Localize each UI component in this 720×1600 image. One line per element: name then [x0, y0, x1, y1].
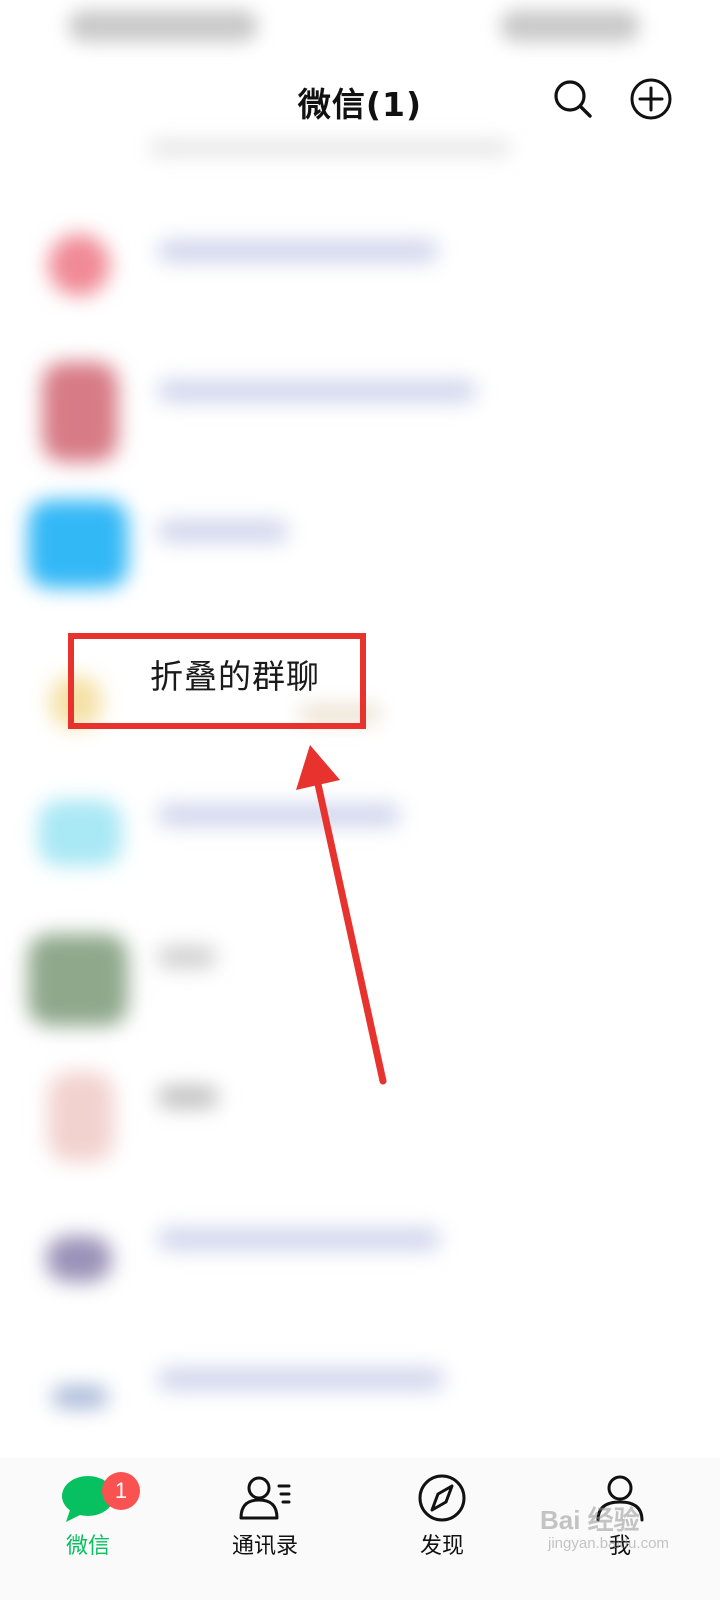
list-item-avatar[interactable]: [38, 800, 122, 866]
tab-contacts[interactable]: 通讯录: [195, 1472, 335, 1582]
tab-chats-label: 微信: [65, 1534, 110, 1559]
list-item-avatar[interactable]: [42, 362, 118, 462]
watermark: Bai 经验: [540, 1505, 640, 1535]
list-item-avatar[interactable]: [46, 1236, 112, 1282]
tab-discover-label: 发现: [419, 1534, 464, 1559]
list-item[interactable]: [158, 1086, 218, 1108]
list-item[interactable]: [158, 804, 400, 826]
status-bar-right: [500, 10, 640, 42]
plus-circle-icon: [630, 78, 672, 120]
list-item[interactable]: [158, 1368, 444, 1390]
compass-icon: [418, 1474, 466, 1522]
status-bar-left: [68, 10, 258, 42]
tab-contacts-label: 通讯录: [231, 1534, 298, 1559]
add-button[interactable]: [628, 76, 674, 122]
list-item-avatar[interactable]: [48, 234, 110, 296]
list-item[interactable]: [158, 240, 438, 262]
search-button[interactable]: [550, 76, 596, 122]
search-icon: [554, 80, 592, 118]
list-item-avatar[interactable]: [52, 1386, 108, 1408]
list-item[interactable]: [158, 520, 288, 542]
header: 微信(1): [0, 62, 720, 138]
list-header-hint: [150, 142, 510, 156]
tab-chats[interactable]: 微信 1: [18, 1472, 158, 1582]
list-item-avatar[interactable]: [48, 1072, 114, 1162]
list-item[interactable]: [158, 380, 476, 402]
wechat-chat-list-screen: 微信(1) 折叠的群聊 微信 1 通讯录 发现 我 Bai 经验 jingyan…: [0, 0, 720, 1600]
tab-discover[interactable]: 发现: [372, 1472, 512, 1582]
list-item-avatar[interactable]: [28, 934, 128, 1026]
watermark-sub: jingyan.baidu.com: [548, 1535, 669, 1552]
contacts-icon: [239, 1476, 291, 1520]
annotation-label: 折叠的群聊: [150, 657, 320, 696]
list-item[interactable]: [158, 946, 216, 968]
unread-badge: 1: [102, 1472, 140, 1510]
list-item-avatar[interactable]: [28, 500, 128, 588]
list-item[interactable]: [158, 1228, 440, 1250]
page-title: 微信(1): [297, 85, 423, 124]
